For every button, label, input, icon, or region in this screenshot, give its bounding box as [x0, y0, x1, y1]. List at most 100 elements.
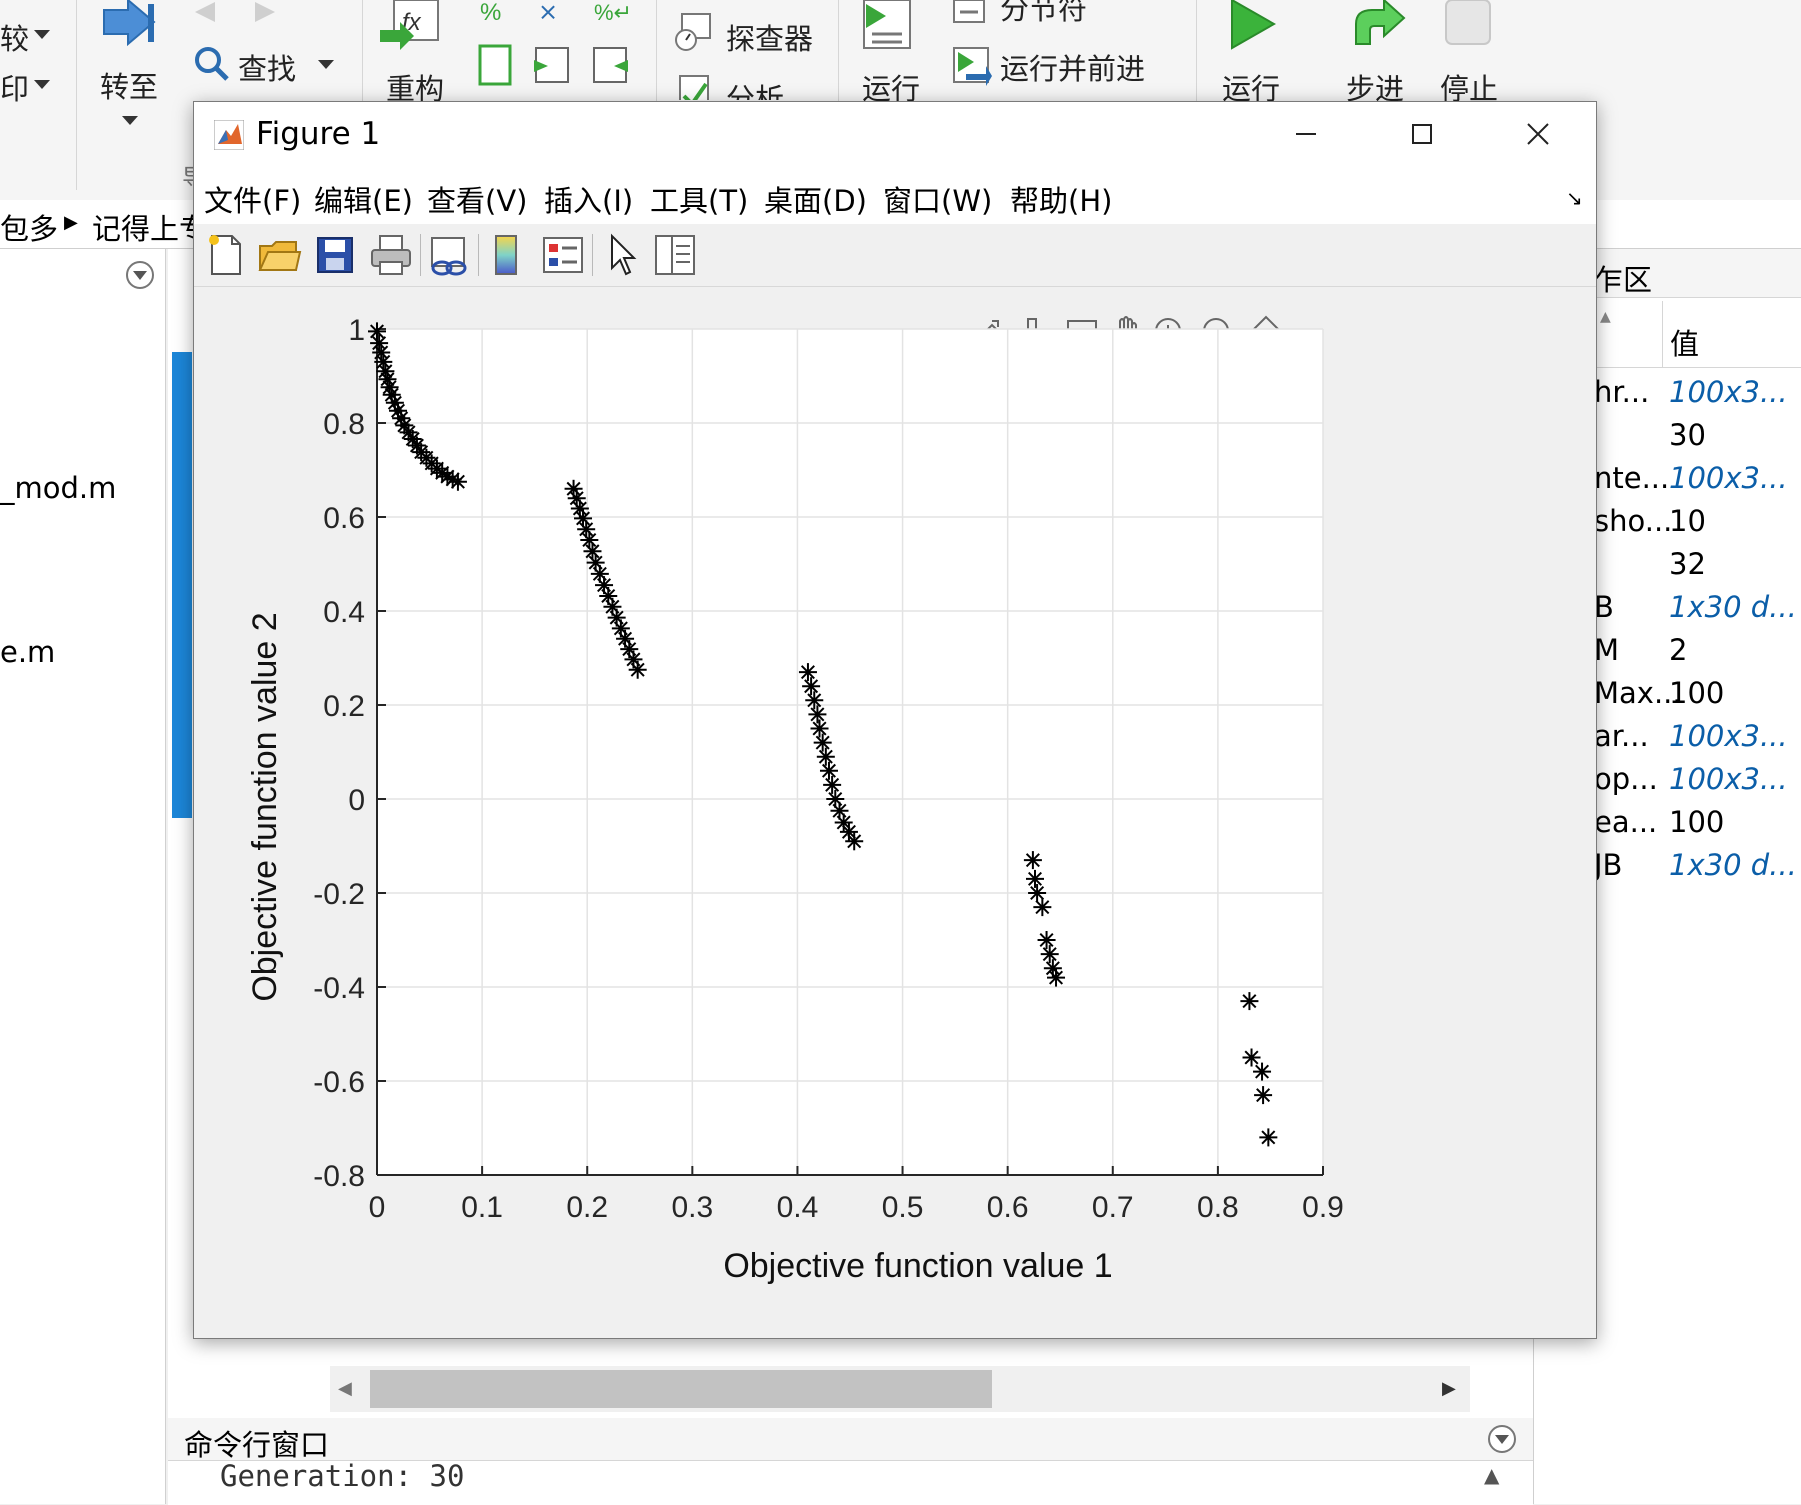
data-point [385, 393, 404, 412]
data-point [808, 705, 827, 724]
goto-button[interactable]: 转至 [98, 0, 168, 130]
link-plot-icon[interactable] [426, 232, 472, 278]
figure-titlebar[interactable]: Figure 1 [194, 102, 1596, 166]
data-point [816, 747, 835, 766]
maximize-button[interactable] [1364, 102, 1480, 166]
menu-desktop[interactable]: 桌面(D) [764, 178, 867, 220]
data-point [819, 761, 838, 780]
colorbar-icon[interactable] [484, 232, 530, 278]
chevron-down-icon[interactable] [34, 30, 50, 39]
print-icon[interactable] [368, 232, 414, 278]
toolstrip-compare-label[interactable]: 较 [0, 16, 29, 58]
stop-button[interactable]: 停止 [1440, 0, 1510, 110]
command-output-line: Generation: 30 [220, 1459, 465, 1493]
new-figure-icon[interactable] [202, 232, 248, 278]
comment-indent-icons[interactable]: % ⨯ %↵ [476, 0, 656, 90]
chevron-down-icon[interactable] [34, 80, 50, 89]
axes-background [377, 329, 1323, 1175]
menu-help[interactable]: 帮助(H) [1010, 178, 1112, 220]
workspace-var-value: 2 [1669, 633, 1688, 667]
workspace-var-value[interactable]: 100x3... [1669, 375, 1788, 409]
svg-text:%↵: %↵ [594, 0, 632, 25]
refactor-fx-icon: fx [380, 0, 439, 50]
y-tick-label: -0.6 [313, 1066, 365, 1099]
edit-pointer-icon[interactable] [598, 232, 644, 278]
y-axis-label: Objective function value 2 [246, 612, 284, 1001]
x-tick-label: 0 [369, 1191, 386, 1224]
plot-area[interactable]: Optimal Solution Pareto S [194, 287, 1596, 1338]
menu-file[interactable]: 文件(F) [204, 178, 301, 220]
explorer-label: 探查器 [726, 22, 814, 56]
panel-menu-icon[interactable] [124, 259, 156, 291]
breadcrumb-folder-2[interactable]: 记得上专 [92, 206, 208, 248]
x-tick-label: 0.5 [882, 1191, 924, 1224]
dock-arrow-icon[interactable]: ↘ [1566, 186, 1583, 210]
breadcrumb-folder-1[interactable]: 包多 [0, 206, 58, 248]
sort-arrow-icon[interactable]: ▲ [1600, 309, 1611, 325]
goto-arrow-icon [103, 0, 156, 47]
workspace-var-name: ea... [1594, 805, 1658, 839]
run-advance-label: 运行并前进 [1000, 52, 1146, 86]
run-section-button[interactable]: 运行 [856, 0, 936, 110]
x-tick-label: 0.1 [461, 1191, 503, 1224]
x-tick-label: 0.6 [987, 1191, 1029, 1224]
toolstrip-print-label[interactable]: 印 [0, 66, 29, 108]
data-point [839, 822, 858, 841]
section-break-button[interactable]: 分节符 [950, 0, 1190, 26]
command-window-titlebar: 命令行窗口 [168, 1418, 1533, 1462]
x-tick-label: 0.8 [1197, 1191, 1239, 1224]
data-point [805, 691, 824, 710]
open-folder-icon[interactable] [256, 232, 302, 278]
figure-title: Figure 1 [256, 116, 381, 152]
data-point [798, 663, 817, 682]
data-point [583, 542, 602, 561]
workspace-var-name: op... [1594, 762, 1658, 796]
figure-window[interactable]: Figure 1 文件(F) 编辑(E) 查看(V) 插入(I) 工具(T) 桌… [193, 101, 1597, 1339]
column-divider[interactable] [1662, 301, 1663, 367]
y-tick-label: -0.8 [313, 1160, 365, 1193]
close-button[interactable] [1480, 102, 1596, 166]
minimize-button[interactable] [1248, 102, 1364, 166]
workspace-var-value[interactable]: 1x30 d... [1669, 590, 1797, 624]
data-point [834, 813, 853, 832]
scroll-up-icon[interactable]: ▲ [1484, 1463, 1499, 1487]
y-tick-label: -0.4 [313, 972, 365, 1005]
run-button[interactable]: 运行 [1222, 0, 1302, 110]
menu-view[interactable]: 查看(V) [427, 178, 527, 220]
profiler-button[interactable]: 探查器 [674, 10, 824, 56]
workspace-var-value[interactable]: 100x3... [1669, 719, 1788, 753]
menu-tools[interactable]: 工具(T) [650, 178, 748, 220]
file-item[interactable]: _mod.m [0, 471, 116, 505]
scroll-left-icon[interactable]: ◀ [338, 1378, 352, 1399]
step-button[interactable]: 步进 [1344, 0, 1424, 110]
scrollbar-thumb[interactable] [370, 1370, 992, 1408]
y-tick-label: 1 [348, 314, 365, 347]
file-item[interactable]: e.m [0, 635, 55, 669]
data-point [845, 832, 864, 851]
panel-menu-icon[interactable] [1486, 1423, 1518, 1455]
pareto-scatter-chart[interactable]: Optimal Solution Pareto S [194, 287, 1596, 1338]
run-and-advance-button[interactable]: 运行并前进 [950, 44, 1190, 88]
menu-edit[interactable]: 编辑(E) [314, 178, 413, 220]
back-forward-icon[interactable] [185, 0, 285, 24]
toolstrip-divider [76, 0, 77, 190]
data-point [823, 775, 842, 794]
legend-icon[interactable] [540, 232, 586, 278]
find-button[interactable]: 查找 [192, 44, 342, 88]
column-value-header[interactable]: 值 [1670, 321, 1699, 363]
refactor-button[interactable]: fx 重构 [380, 0, 460, 110]
property-inspector-icon[interactable] [652, 232, 698, 278]
workspace-var-name: sho... [1594, 504, 1673, 538]
analyze-button[interactable]: 分析 [674, 70, 824, 100]
data-point [628, 660, 647, 679]
save-icon[interactable] [312, 232, 358, 278]
command-window-title: 命令行窗口 [184, 1428, 330, 1462]
stop-icon [1445, 0, 1491, 45]
workspace-var-value[interactable]: 1x30 d... [1669, 848, 1797, 882]
menu-window[interactable]: 窗口(W) [883, 178, 992, 220]
menu-insert[interactable]: 插入(I) [544, 178, 633, 220]
workspace-var-value[interactable]: 100x3... [1669, 461, 1788, 495]
scroll-right-icon[interactable]: ▶ [1442, 1378, 1456, 1399]
workspace-var-value[interactable]: 100x3... [1669, 762, 1788, 796]
editor-selection-strip [172, 352, 192, 818]
